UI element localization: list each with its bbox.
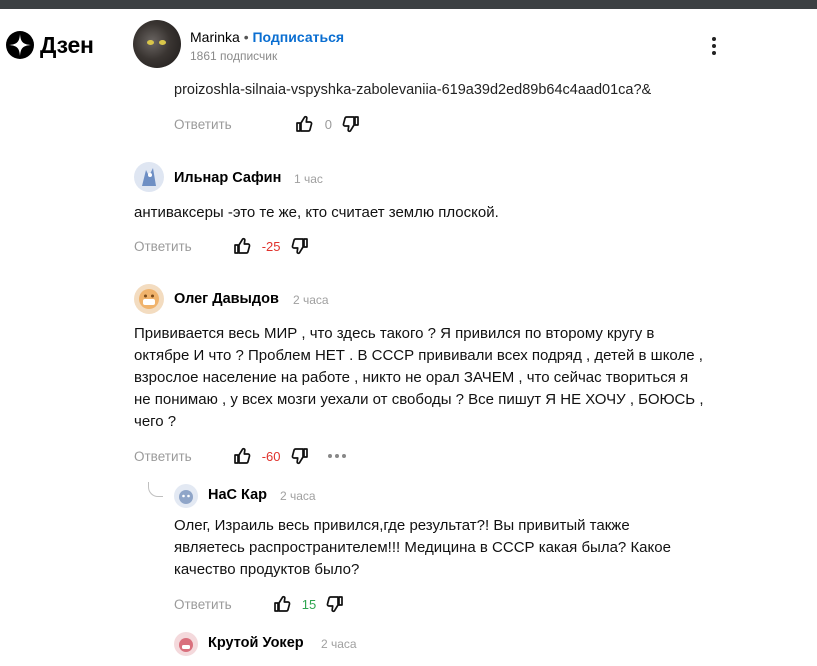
thumbs-down-icon[interactable] [341,114,361,134]
reply-thread-line [148,482,163,497]
thumbs-down-icon[interactable] [290,236,310,256]
comment-text: антиваксеры -это те же, кто считает земл… [134,204,499,221]
logo-text: Дзен [40,31,94,58]
browser-top-strip [0,0,817,9]
comment-line: чего ? [134,413,177,430]
channel-header: Дзен Marinka • Подписаться 1861 подписчи… [0,9,817,77]
comment-time: 2 часа [321,637,357,651]
comment-time: 2 часа [280,489,316,503]
comment-author[interactable]: Крутой Уокер [208,635,304,651]
reply-button[interactable]: Ответить [174,117,232,132]
comment-text: Олег, Израиль весь привился,где результа… [174,515,671,581]
thumbs-up-icon[interactable] [232,236,252,256]
reply-button[interactable]: Ответить [134,449,192,464]
like-count: 0 [324,116,332,132]
comment-line: взрослое население на работе , никто не … [134,369,689,386]
comment-author[interactable]: Ильнар Сафин [174,170,281,186]
avatar[interactable] [174,484,198,508]
like-count: -60 [261,448,281,464]
more-dots-icon[interactable] [327,454,346,458]
comment-time: 1 час [294,172,323,186]
comment-author[interactable]: Олег Давыдов [174,291,279,307]
reply-button[interactable]: Ответить [134,239,192,254]
comment-line: октябре И что ? Проблем НЕТ . В СССР при… [134,347,703,364]
separator-dot: • [243,29,249,45]
comment-actions: Ответить 0 [174,112,361,136]
thumbs-up-icon[interactable] [232,446,252,466]
comment-line: Прививается весь МИР , что здесь такого … [134,325,655,342]
comment-line: не понимаю , у всех мозги уехали от своб… [134,391,704,408]
comment-actions: Ответить -60 [134,444,346,468]
subscribe-button[interactable]: Подписаться [252,29,344,45]
comment-author[interactable]: НаС Кар [208,487,267,503]
comment-line: качество продуктов было? [174,561,360,578]
thumbs-down-icon[interactable] [290,446,310,466]
comment-actions: Ответить 15 [174,592,345,616]
comment-time: 2 часа [293,293,329,307]
like-count: -25 [261,238,281,254]
channel-title: Marinka • Подписаться [190,29,344,45]
avatar[interactable] [134,162,164,192]
comment-link-text[interactable]: proizoshla-silnaia-vspyshka-zabolevaniia… [174,82,651,98]
zen-star-icon [6,31,34,59]
comment-line: Олег, Израиль весь привился,где результа… [174,517,630,534]
kebab-menu-icon[interactable] [704,35,724,59]
avatar[interactable] [174,632,198,656]
comment-line: являетесь распространителем!!! Медицина … [174,539,671,556]
channel-name[interactable]: Marinka [190,29,240,45]
thumbs-up-icon[interactable] [272,594,292,614]
avatar[interactable] [134,284,164,314]
comment-text: Прививается весь МИР , что здесь такого … [134,323,704,433]
thumbs-down-icon[interactable] [325,594,345,614]
subscriber-count: 1861 подписчик [190,49,278,63]
like-count: 15 [301,596,317,612]
thumbs-up-icon[interactable] [294,114,314,134]
comment-actions: Ответить -25 [134,234,310,258]
channel-avatar[interactable] [133,20,181,68]
zen-logo[interactable]: Дзен [6,31,94,59]
reply-button[interactable]: Ответить [174,597,232,612]
